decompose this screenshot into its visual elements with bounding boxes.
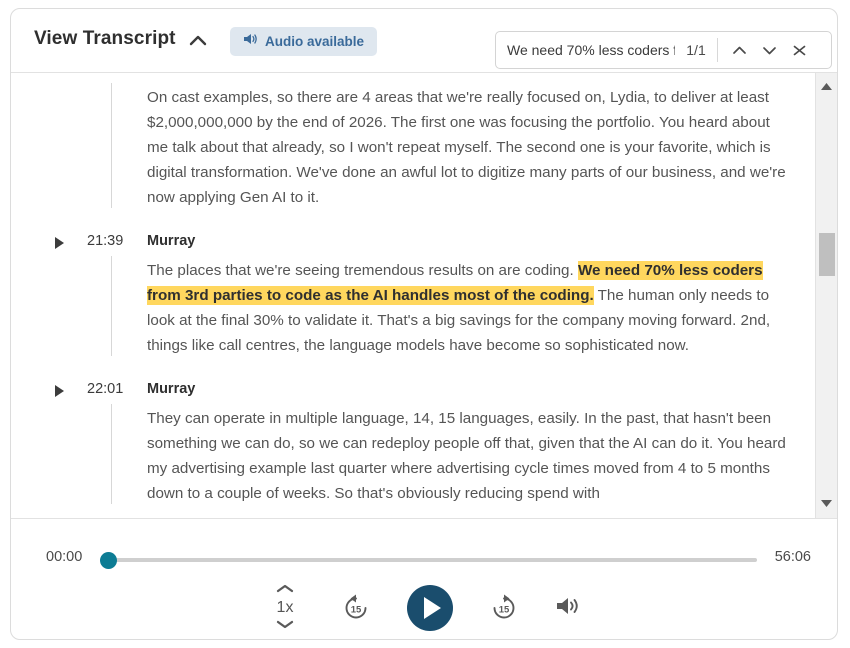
segment-paragraph: They can operate in multiple language, 1… bbox=[147, 406, 794, 506]
chevron-up-icon[interactable] bbox=[274, 581, 296, 599]
segment-timestamp[interactable]: 22:01 bbox=[87, 381, 123, 397]
transcript-scrollbar[interactable] bbox=[815, 73, 837, 518]
speaker-icon bbox=[243, 32, 258, 51]
search-box[interactable]: 1/1 bbox=[495, 31, 832, 69]
segment-text-block: On cast examples, so there are 4 areas t… bbox=[11, 83, 816, 210]
chevron-up-icon[interactable] bbox=[185, 29, 211, 53]
audio-player: 00:00 56:06 1x 15 15 bbox=[11, 519, 837, 637]
search-match-count: 1/1 bbox=[686, 42, 706, 58]
seek-track[interactable] bbox=[107, 558, 757, 562]
segment-speaker: Murray bbox=[147, 233, 196, 249]
svg-text:15: 15 bbox=[351, 605, 362, 616]
triangle-down-icon[interactable] bbox=[816, 494, 837, 512]
transcript-segment: 22:01 Murray They can operate in multipl… bbox=[11, 358, 816, 506]
segment-text-block: They can operate in multiple language, 1… bbox=[11, 404, 816, 506]
segment-text-before: The places that we're seeing tremendous … bbox=[147, 262, 578, 279]
play-icon bbox=[424, 597, 441, 619]
player-controls: 1x 15 15 bbox=[11, 581, 837, 635]
transcript-segment: 21:39 Murray The places that we're seein… bbox=[11, 210, 816, 358]
volume-icon bbox=[555, 594, 583, 623]
chevron-down-icon[interactable] bbox=[274, 617, 296, 635]
triangle-up-icon[interactable] bbox=[816, 77, 837, 95]
segment-speaker: Murray bbox=[147, 381, 196, 397]
playback-speed-value: 1x bbox=[276, 599, 294, 616]
play-button[interactable] bbox=[407, 585, 453, 631]
transcript-header: View Transcript Audio available 1/1 bbox=[11, 9, 837, 73]
transcript-body: On cast examples, so there are 4 areas t… bbox=[11, 73, 837, 519]
segment-header: 21:39 Murray bbox=[11, 228, 816, 258]
segment-header: 22:01 Murray bbox=[11, 376, 816, 406]
transcript-card: View Transcript Audio available 1/1 bbox=[10, 8, 838, 640]
segment-play-icon[interactable] bbox=[55, 237, 64, 249]
rewind-15-button[interactable]: 15 bbox=[341, 593, 371, 623]
transcript-segment: On cast examples, so there are 4 areas t… bbox=[11, 73, 816, 210]
audio-available-label: Audio available bbox=[265, 34, 365, 49]
segment-text: On cast examples, so there are 4 areas t… bbox=[147, 89, 786, 206]
svg-text:15: 15 bbox=[499, 605, 510, 616]
scrollbar-thumb[interactable] bbox=[819, 233, 835, 276]
search-next-button[interactable] bbox=[754, 35, 784, 65]
seek-thumb[interactable] bbox=[100, 552, 117, 569]
search-input[interactable] bbox=[507, 42, 675, 58]
audio-available-badge[interactable]: Audio available bbox=[230, 27, 378, 56]
total-time: 56:06 bbox=[774, 549, 811, 565]
playback-speed-stepper[interactable]: 1x bbox=[265, 581, 305, 635]
volume-button[interactable] bbox=[555, 594, 583, 623]
current-time: 00:00 bbox=[46, 549, 83, 565]
forward-15-button[interactable]: 15 bbox=[489, 593, 519, 623]
close-icon[interactable] bbox=[784, 35, 814, 65]
segment-paragraph: The places that we're seeing tremendous … bbox=[147, 258, 794, 358]
page-title: View Transcript bbox=[34, 28, 176, 49]
segment-text: They can operate in multiple language, 1… bbox=[147, 410, 786, 502]
segment-timestamp[interactable]: 21:39 bbox=[87, 233, 123, 249]
search-divider bbox=[717, 38, 718, 62]
search-prev-button[interactable] bbox=[724, 35, 754, 65]
segment-play-icon[interactable] bbox=[55, 385, 64, 397]
segment-paragraph: On cast examples, so there are 4 areas t… bbox=[147, 85, 794, 210]
segment-text-block: The places that we're seeing tremendous … bbox=[11, 256, 816, 358]
transcript-scroll-area[interactable]: On cast examples, so there are 4 areas t… bbox=[11, 73, 816, 518]
